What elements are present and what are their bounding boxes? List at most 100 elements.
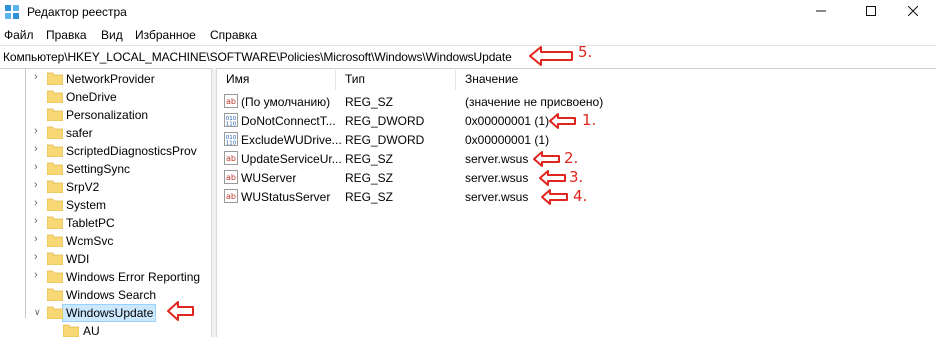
annotation-arrow-1: [549, 113, 576, 129]
tree-item-personalization[interactable]: Personalization: [0, 106, 211, 124]
chevron-right-icon[interactable]: ›: [34, 251, 44, 263]
folder-icon: [47, 90, 63, 103]
folder-icon: [63, 324, 79, 337]
tree-item-label: WDI: [66, 252, 90, 266]
value-row[interactable]: 010 110 ExcludeWUDrive... REG_DWORD 0x000…: [217, 131, 936, 150]
tree-item-settingsync[interactable]: › SettingSync: [0, 160, 211, 178]
maximize-button[interactable]: [848, 0, 894, 22]
value-name: DoNotConnectT...: [241, 114, 336, 128]
column-header-name[interactable]: Имя: [217, 68, 336, 90]
tree-item-tabletpc[interactable]: › TabletPC: [0, 214, 211, 232]
value-data: server.wsus: [465, 171, 529, 185]
chevron-right-icon[interactable]: ›: [34, 269, 44, 281]
column-header-value[interactable]: Значение: [456, 68, 656, 90]
tree-item-label: WcmSvc: [66, 234, 114, 248]
string-value-icon: ab: [224, 94, 238, 108]
tree-item-system[interactable]: › System: [0, 196, 211, 214]
chevron-right-icon[interactable]: ›: [34, 233, 44, 245]
string-value-icon: ab: [224, 189, 238, 203]
annotation-label-4: 4.: [573, 187, 588, 205]
tree-item-label: safer: [66, 126, 93, 140]
window-title: Редактор реестра: [27, 5, 127, 19]
chevron-right-icon[interactable]: ›: [34, 143, 44, 155]
string-value-icon: ab: [224, 170, 238, 184]
tree-item-label: ScriptedDiagnosticsProv: [66, 144, 197, 158]
value-type: REG_SZ: [345, 95, 394, 109]
annotation-arrow-tree: [167, 301, 194, 321]
value-name: WUStatusServer: [241, 190, 331, 204]
tree-item-au[interactable]: AU: [0, 322, 211, 337]
chevron-right-icon[interactable]: ›: [34, 125, 44, 137]
annotation-arrow-2: [533, 151, 560, 167]
tree-item-label: WindowsUpdate: [66, 306, 154, 320]
chevron-right-icon[interactable]: ›: [34, 197, 44, 209]
svg-text:ab: ab: [226, 97, 236, 106]
tree-item-onedrive[interactable]: OneDrive: [0, 88, 211, 106]
chevron-down-icon[interactable]: ∨: [34, 307, 44, 318]
tree-item-label: SrpV2: [66, 180, 100, 194]
value-type: REG_SZ: [345, 152, 394, 166]
tree-item-safer[interactable]: › safer: [0, 124, 211, 142]
annotation-arrow-4: [541, 189, 568, 205]
folder-icon: [47, 288, 63, 301]
address-bar[interactable]: Компьютер\HKEY_LOCAL_MACHINE\SOFTWARE\Po…: [0, 45, 936, 69]
folder-icon: [47, 252, 63, 265]
tree-item-scripteddiagnostics[interactable]: › ScriptedDiagnosticsProv: [0, 142, 211, 160]
close-icon: [907, 5, 919, 17]
folder-icon: [47, 126, 63, 139]
value-data: (значение не присвоено): [465, 95, 604, 109]
value-data: 0x00000001 (1): [465, 114, 550, 128]
tree-item-wdi[interactable]: › WDI: [0, 250, 211, 268]
tree-item-networkprovider[interactable]: › NetworkProvider: [0, 70, 211, 88]
value-type: REG_SZ: [345, 171, 394, 185]
value-row[interactable]: ab (По умолчанию) REG_SZ (значение не пр…: [217, 93, 936, 112]
menu-help[interactable]: Справка: [210, 28, 257, 42]
svg-text:ab: ab: [226, 173, 236, 182]
tree-item-label: NetworkProvider: [66, 72, 155, 86]
minimize-button[interactable]: [798, 0, 844, 22]
menu-file[interactable]: Файл: [4, 28, 34, 42]
value-name: WUServer: [241, 171, 297, 185]
binary-value-icon: 010110: [224, 132, 238, 146]
svg-text:110: 110: [226, 122, 237, 128]
svg-text:ab: ab: [226, 154, 236, 163]
chevron-right-icon[interactable]: ›: [34, 215, 44, 227]
tree-item-label: Windows Search: [66, 288, 157, 302]
tree-item-label: AU: [83, 324, 100, 337]
tree-item-srpv2[interactable]: › SrpV2: [0, 178, 211, 196]
value-type: REG_DWORD: [345, 114, 425, 128]
tree-item-wcmsvc[interactable]: › WcmSvc: [0, 232, 211, 250]
binary-value-icon: 010110: [224, 113, 238, 127]
annotation-label-2: 2.: [564, 149, 579, 167]
folder-icon: [47, 198, 63, 211]
annotation-arrow-5: [529, 46, 573, 66]
value-name: (По умолчанию): [241, 95, 331, 109]
svg-text:ab: ab: [226, 192, 236, 201]
value-data: server.wsus: [465, 190, 529, 204]
chevron-right-icon[interactable]: ›: [34, 161, 44, 173]
tree-item-windows-error-reporting[interactable]: › Windows Error Reporting: [0, 268, 211, 286]
maximize-icon: [866, 6, 876, 16]
address-path[interactable]: Компьютер\HKEY_LOCAL_MACHINE\SOFTWARE\Po…: [3, 50, 512, 64]
value-data: 0x00000001 (1): [465, 133, 550, 147]
close-button[interactable]: [890, 0, 936, 22]
menu-edit[interactable]: Правка: [46, 28, 87, 42]
column-header-type[interactable]: Тип: [336, 68, 456, 90]
value-type: REG_SZ: [345, 190, 394, 204]
chevron-right-icon[interactable]: ›: [34, 71, 44, 83]
annotation-label-1: 1.: [582, 111, 597, 129]
tree-item-label: System: [66, 198, 107, 212]
folder-icon: [47, 216, 63, 229]
folder-icon: [47, 270, 63, 283]
folder-icon: [47, 72, 63, 85]
tree-item-label: TabletPC: [66, 216, 115, 230]
chevron-right-icon[interactable]: ›: [34, 179, 44, 191]
menu-favorites[interactable]: Избранное: [135, 28, 196, 42]
folder-icon: [47, 162, 63, 175]
folder-icon: [47, 234, 63, 247]
annotation-label-3: 3.: [569, 168, 584, 186]
tree-item-label: OneDrive: [66, 90, 117, 104]
folder-icon: [47, 144, 63, 157]
title-bar: Редактор реестра: [0, 0, 936, 24]
menu-view[interactable]: Вид: [101, 28, 123, 42]
